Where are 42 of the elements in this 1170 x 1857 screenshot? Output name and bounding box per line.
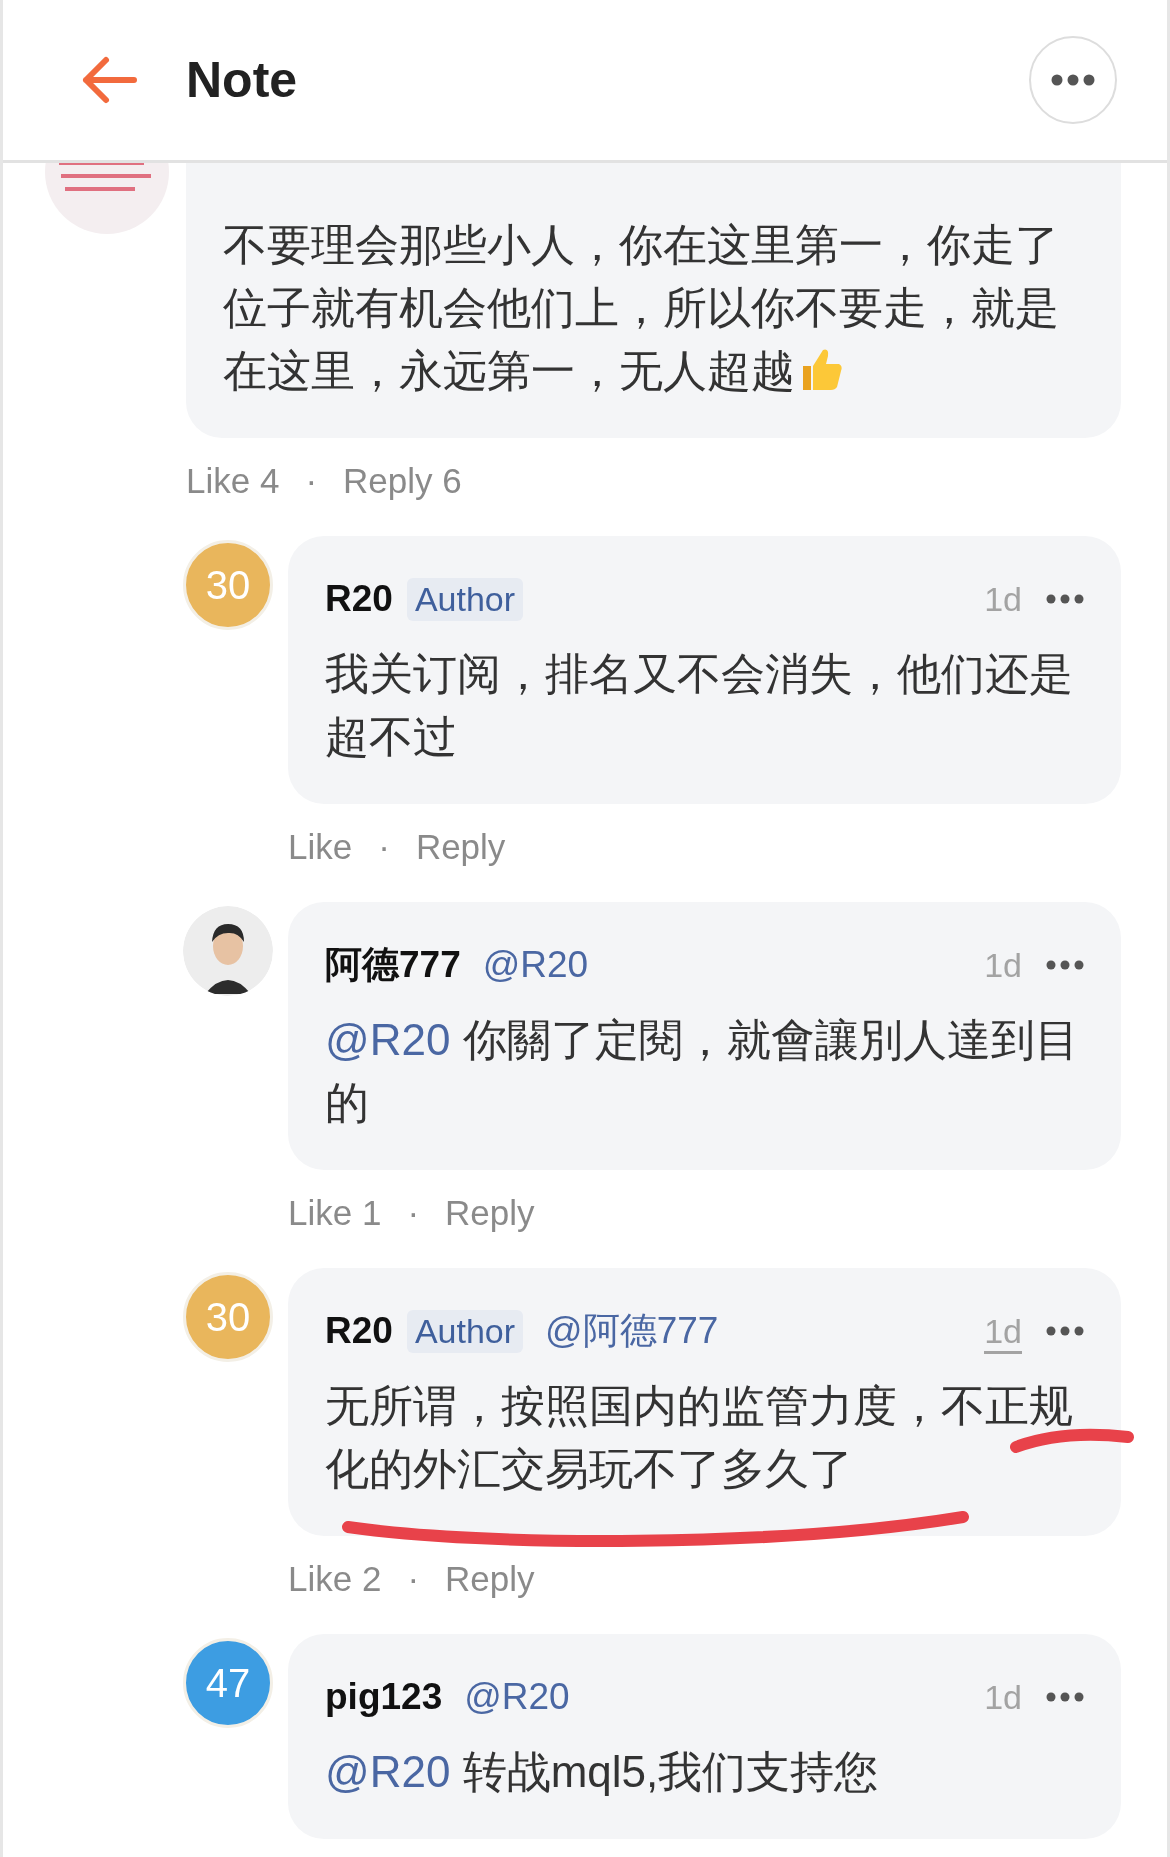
level-avatar[interactable]: 47 bbox=[183, 1638, 273, 1728]
reply-link[interactable]: Reply bbox=[445, 1559, 535, 1599]
user-name[interactable]: pig123 bbox=[325, 1676, 443, 1718]
comment-time: 1d bbox=[984, 1676, 1022, 1718]
like-link[interactable]: Like 2 bbox=[288, 1559, 382, 1599]
reply-link[interactable]: Reply bbox=[445, 1193, 535, 1233]
dot-separator: · bbox=[407, 1559, 420, 1599]
comment-time: 1d bbox=[984, 944, 1022, 986]
author-badge: Author bbox=[406, 577, 524, 621]
author-badge: Author bbox=[406, 1309, 524, 1353]
reply-link[interactable]: Reply bbox=[415, 827, 506, 867]
mention-link[interactable]: @阿德777 bbox=[545, 1306, 719, 1356]
dot-separator: · bbox=[305, 461, 318, 501]
like-link[interactable]: Like bbox=[288, 827, 353, 867]
comment-time: 1d bbox=[984, 578, 1022, 620]
more-icon bbox=[1051, 74, 1095, 86]
like-link[interactable]: Like 4 bbox=[186, 461, 280, 501]
more-icon[interactable] bbox=[1046, 959, 1084, 971]
page-title: Note bbox=[186, 51, 299, 109]
level-avatar[interactable]: 30 bbox=[183, 540, 273, 630]
comment-text: @R20 你關了定閱，就會讓別人達到目的 bbox=[325, 1014, 1080, 1129]
reply-link[interactable]: Reply 6 bbox=[343, 461, 462, 501]
comment-text: @R20 转战mql5,我们支持您 bbox=[325, 1746, 880, 1798]
more-icon[interactable] bbox=[1046, 593, 1084, 605]
comment-text: 不要理会那些小人，你在这里第一，你走了位子就有机会他们上，所以你不要走，就是在这里，永远第一，无人超越 bbox=[223, 219, 1060, 397]
user-name[interactable]: R20 bbox=[325, 578, 393, 620]
user-avatar[interactable] bbox=[183, 906, 273, 996]
level-avatar[interactable]: 30 bbox=[183, 1272, 273, 1362]
more-icon[interactable] bbox=[1046, 1691, 1084, 1703]
like-link[interactable]: Like 1 bbox=[288, 1193, 382, 1233]
dot-separator: · bbox=[378, 827, 390, 867]
user-name[interactable]: R20 bbox=[325, 1310, 393, 1352]
mention-link[interactable]: @R20 bbox=[325, 1747, 451, 1796]
comment-text: 无所谓，按照国内的监管力度，不正规化的外汇交易玩不了多久了 bbox=[325, 1380, 1074, 1495]
comment-time: 1d bbox=[984, 1308, 1022, 1354]
more-icon[interactable] bbox=[1046, 1325, 1084, 1337]
mention-link[interactable]: @R20 bbox=[482, 944, 589, 986]
dot-separator: · bbox=[407, 1193, 420, 1233]
mention-link[interactable]: @R20 bbox=[464, 1676, 570, 1718]
user-name[interactable]: 阿德777 bbox=[325, 940, 461, 990]
comment-text: 我关订阅，排名又不会消失，他们还是超不过 bbox=[325, 648, 1074, 763]
mention-link[interactable]: @R20 bbox=[325, 1015, 451, 1064]
